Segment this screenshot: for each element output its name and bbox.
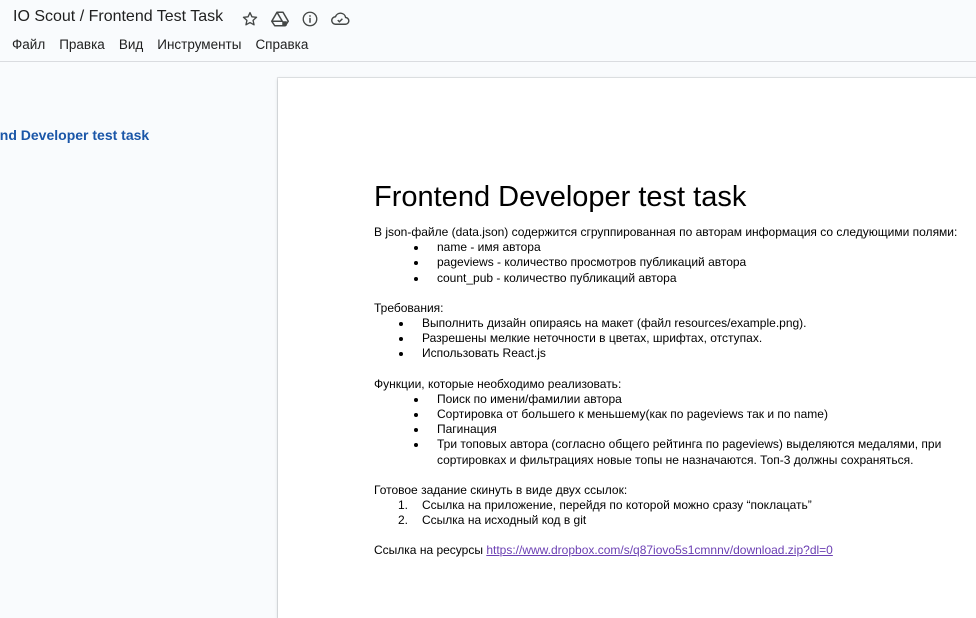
submit-list: 1. Ссылка на приложение, перейдя по кото… bbox=[374, 498, 976, 528]
list-item: 2. Ссылка на исходный код в git bbox=[374, 513, 976, 528]
list-item: Выполнить дизайн опираясь на макет (файл… bbox=[374, 316, 976, 331]
list-item: Разрешены мелкие неточности в цветах, шр… bbox=[374, 331, 976, 346]
menu-edit[interactable]: Правка bbox=[52, 36, 112, 53]
document-title[interactable]: IO Scout / Frontend Test Task bbox=[13, 8, 223, 26]
fields-list: name - имя автора pageviews - количество… bbox=[374, 240, 976, 286]
menu-bar: Файл Правка Вид Инструменты Справка bbox=[5, 36, 315, 53]
requirements-title: Требования: bbox=[374, 300, 444, 315]
list-item: 1. Ссылка на приложение, перейдя по кото… bbox=[374, 498, 976, 513]
list-item: Использовать React.js bbox=[374, 346, 976, 361]
resources-line: Ссылка на ресурсы https://www.dropbox.co… bbox=[374, 543, 976, 558]
functions-title: Функции, которые необходимо реализовать: bbox=[374, 376, 622, 391]
list-item-text: Ссылка на приложение, перейдя по которой… bbox=[422, 498, 812, 513]
document-body: Frontend Developer test task В json-файл… bbox=[374, 180, 976, 559]
list-item: Пагинация bbox=[374, 422, 976, 437]
drive-folder-icon[interactable] bbox=[270, 9, 290, 29]
menu-view[interactable]: Вид bbox=[112, 36, 150, 53]
menu-help[interactable]: Справка bbox=[248, 36, 315, 53]
cloud-status-icon[interactable] bbox=[330, 9, 350, 29]
document-page[interactable]: Frontend Developer test task В json-файл… bbox=[278, 78, 976, 618]
list-item: count_pub - количество публикаций автора bbox=[374, 271, 976, 286]
list-number: 1. bbox=[398, 498, 409, 513]
list-item: pageviews - количество просмотров публик… bbox=[374, 255, 976, 270]
intro-paragraph: В json-файле (data.json) содержится сгру… bbox=[374, 225, 958, 239]
resources-label: Ссылка на ресурсы bbox=[374, 543, 483, 558]
submit-title: Готовое задание скинуть в виде двух ссыл… bbox=[374, 482, 628, 497]
menu-file[interactable]: Файл bbox=[5, 36, 52, 53]
menu-tools[interactable]: Инструменты bbox=[150, 36, 248, 53]
list-item-continuation: сортировках и фильтрациях новые топы не … bbox=[437, 452, 914, 467]
list-item-text: Ссылка на исходный код в git bbox=[422, 513, 587, 528]
functions-list: Поиск по имени/фамилии автора Сортировка… bbox=[374, 392, 976, 468]
list-item: Три топовых автора (согласно общего рейт… bbox=[374, 437, 976, 452]
info-icon[interactable] bbox=[300, 9, 320, 29]
document-heading: Frontend Developer test task bbox=[374, 181, 747, 213]
outline-heading-link[interactable]: end Developer test task bbox=[0, 127, 149, 143]
list-item: Сортировка от большего к меньшему(как по… bbox=[374, 407, 976, 422]
list-number: 2. bbox=[398, 513, 409, 528]
docs-header: IO Scout / Frontend Test Task Файл Правк… bbox=[0, 0, 976, 62]
requirements-list: Выполнить дизайн опираясь на макет (файл… bbox=[374, 316, 976, 362]
list-item: name - имя автора bbox=[374, 240, 976, 255]
list-item: Поиск по имени/фамилии автора bbox=[374, 392, 976, 407]
star-icon[interactable] bbox=[240, 9, 260, 29]
resources-link[interactable]: https://www.dropbox.com/s/q87iovo5s1cmnn… bbox=[486, 543, 833, 557]
